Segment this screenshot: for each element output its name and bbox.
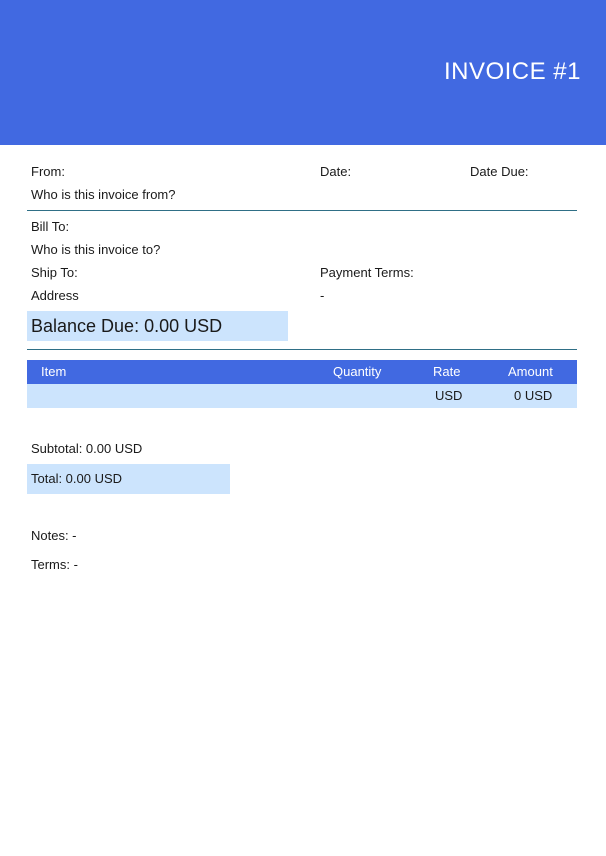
row-amount: 0 USD: [514, 388, 553, 403]
balance-due: Balance Due: 0.00 USD: [31, 316, 223, 336]
ship-to-label: Ship To:: [31, 265, 78, 280]
ship-to-value[interactable]: Address: [31, 288, 79, 304]
notes: Notes: -: [31, 528, 77, 543]
balance-due-box: Balance Due: 0.00 USD: [27, 311, 288, 341]
column-header-item: Item: [41, 364, 67, 379]
from-label: From:: [31, 164, 65, 179]
terms: Terms: -: [31, 557, 78, 572]
invoice-header: INVOICE #1: [0, 0, 606, 145]
column-header-amount: Amount: [508, 364, 553, 379]
items-table-header: Item Quantity Rate Amount: [27, 360, 577, 384]
row-rate[interactable]: USD: [435, 388, 462, 404]
total: Total: 0.00 USD: [31, 471, 123, 486]
column-header-quantity: Quantity: [333, 364, 382, 379]
payment-terms-label: Payment Terms:: [320, 265, 414, 280]
from-value[interactable]: Who is this invoice from?: [31, 187, 176, 203]
payment-terms-value[interactable]: -: [320, 288, 324, 304]
total-box: Total: 0.00 USD: [27, 464, 230, 494]
column-header-rate: Rate: [433, 364, 461, 379]
divider: [27, 210, 577, 211]
table-row[interactable]: USD 0 USD: [27, 384, 577, 408]
divider: [27, 349, 577, 350]
bill-to-value[interactable]: Who is this invoice to?: [31, 242, 160, 258]
date-due-label: Date Due:: [470, 164, 529, 179]
bill-to-label: Bill To:: [31, 219, 70, 234]
subtotal: Subtotal: 0.00 USD: [31, 441, 143, 456]
date-label: Date:: [320, 164, 352, 179]
invoice-title: INVOICE #1: [443, 58, 581, 85]
